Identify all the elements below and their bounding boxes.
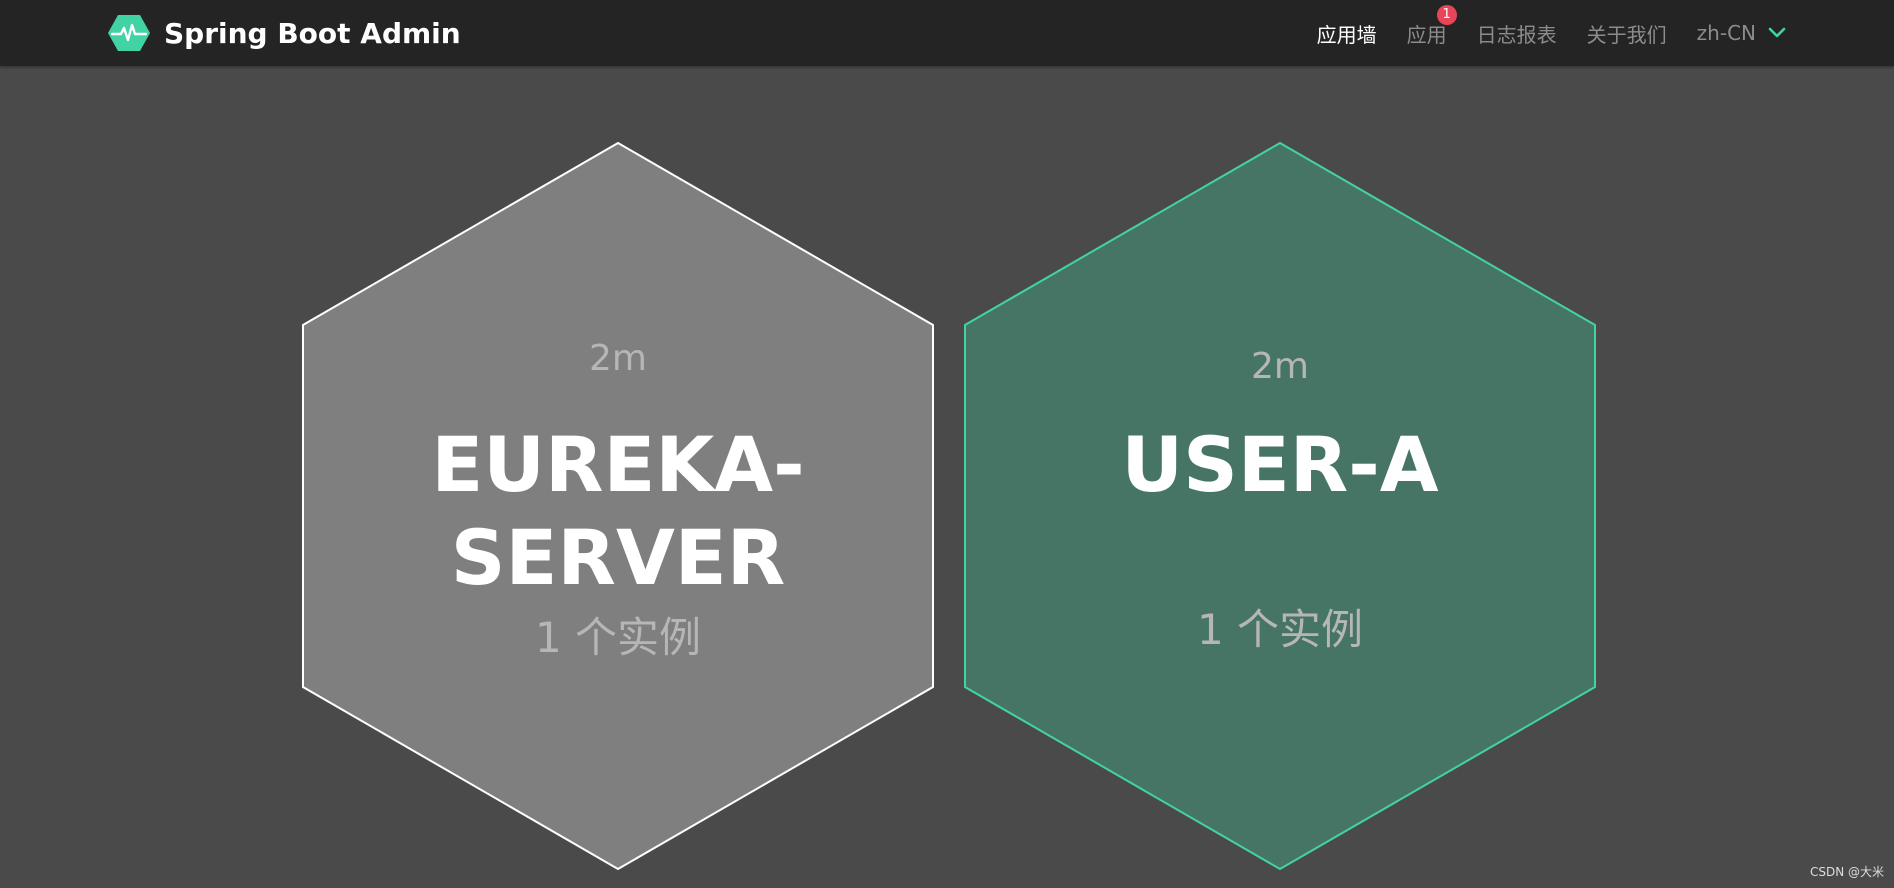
instance-count: 1 个实例 <box>534 613 702 662</box>
heartbeat-hexagon-icon <box>108 15 150 51</box>
hex-time: 2m <box>1251 346 1309 387</box>
application-hex-user-a[interactable]: 2m USER-A 1 个实例 <box>963 142 1597 870</box>
main-nav: 应用墙 应用 1 日志报表 关于我们 zh-CN <box>1287 0 1786 66</box>
instance-count: 1 个实例 <box>1196 605 1364 654</box>
nav-item-wallboard[interactable]: 应用墙 <box>1317 19 1377 48</box>
chevron-down-icon <box>1768 27 1786 38</box>
application-name: EUREKA-SERVER <box>431 420 805 602</box>
notification-badge: 1 <box>1436 4 1457 25</box>
application-hex-eureka-server[interactable]: 2m EUREKA-SERVER 1 个实例 <box>301 142 935 870</box>
hex-content: 2m EUREKA-SERVER 1 个实例 <box>301 142 935 870</box>
nav-item-about[interactable]: 关于我们 <box>1587 19 1667 48</box>
language-dropdown[interactable]: zh-CN <box>1697 21 1786 45</box>
brand[interactable]: Spring Boot Admin <box>108 14 461 52</box>
watermark: CSDN @大米 <box>1809 865 1884 879</box>
nav-item-applications[interactable]: 应用 1 <box>1406 4 1457 48</box>
application-wall: 2m EUREKA-SERVER 1 个实例 2m USER-A 1 个实例 <box>0 66 1894 888</box>
application-name: USER-A <box>1121 420 1439 509</box>
app-title: Spring Boot Admin <box>164 16 461 50</box>
hex-time: 2m <box>589 338 647 379</box>
language-label: zh-CN <box>1696 21 1756 45</box>
nav-item-log-report[interactable]: 日志报表 <box>1477 19 1557 48</box>
navbar: Spring Boot Admin 应用墙 应用 1 日志报表 关于我们 zh-… <box>0 0 1894 66</box>
hex-content: 2m USER-A 1 个实例 <box>963 142 1597 870</box>
nav-item-applications-label: 应用 <box>1406 22 1447 47</box>
